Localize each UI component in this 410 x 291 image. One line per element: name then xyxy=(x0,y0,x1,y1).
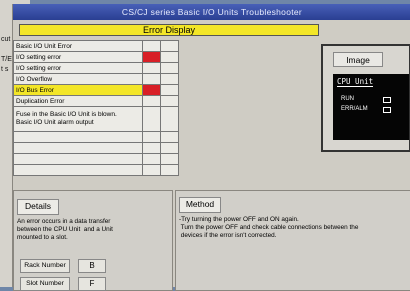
error-row[interactable] xyxy=(13,164,180,176)
error-display-title: Error Display xyxy=(19,24,319,36)
error-row[interactable]: Duplication Error xyxy=(13,95,180,107)
run-led-icon xyxy=(383,97,391,103)
slot-number-value: F xyxy=(78,277,106,291)
error-row[interactable]: I/O Bus Error xyxy=(13,84,180,96)
error-row-spacer xyxy=(159,131,180,143)
error-row[interactable]: I/O Overflow xyxy=(13,73,180,85)
background-text: cut xyxy=(1,36,11,43)
error-row-spacer xyxy=(159,153,180,165)
error-row-label: Fuse in the Basic I/O Unit is blown. Bas… xyxy=(13,106,143,132)
error-row[interactable] xyxy=(13,153,180,165)
error-row-label xyxy=(13,164,143,176)
error-status-indicator xyxy=(141,62,161,74)
error-status-indicator xyxy=(141,131,161,143)
error-row-label: I/O Overflow xyxy=(13,73,143,85)
error-row-label: Duplication Error xyxy=(13,95,143,107)
cpu-unit-image: CPU Unit RUN ERR/ALM xyxy=(333,74,409,140)
error-row-spacer xyxy=(159,73,180,85)
method-text: -Try turning the power OFF and ON again.… xyxy=(179,216,359,239)
window-title[interactable]: CS/CJ series Basic I/O Units Troubleshoo… xyxy=(13,4,410,20)
run-indicator-label: RUN xyxy=(341,96,354,102)
error-row-label xyxy=(13,142,143,154)
error-row[interactable] xyxy=(13,142,180,154)
troubleshooter-window: CS/CJ series Basic I/O Units Troubleshoo… xyxy=(12,4,410,291)
image-button[interactable]: Image xyxy=(333,52,383,67)
error-row-label: I/O Bus Error xyxy=(13,84,143,96)
err-alm-led-icon xyxy=(383,107,391,113)
details-text: An error occurs in a data transfer betwe… xyxy=(17,218,113,241)
background-text: t s xyxy=(1,66,9,73)
error-status-indicator xyxy=(141,153,161,165)
err-alm-indicator-label: ERR/ALM xyxy=(341,106,368,112)
error-row[interactable]: Basic I/O Unit Error xyxy=(13,40,180,52)
error-status-indicator xyxy=(141,84,161,96)
error-status-indicator xyxy=(141,40,161,52)
error-status-indicator xyxy=(141,51,161,63)
details-panel: Details An error occurs in a data transf… xyxy=(13,190,173,291)
error-row-spacer xyxy=(159,51,180,63)
error-row-label xyxy=(13,153,143,165)
error-row-label: I/O setting error xyxy=(13,62,143,74)
error-row-spacer xyxy=(159,142,180,154)
error-status-indicator xyxy=(141,95,161,107)
error-status-indicator xyxy=(141,164,161,176)
error-row-label xyxy=(13,131,143,143)
error-list: Basic I/O Unit Error I/O setting error I/O… xyxy=(13,40,180,176)
error-status-indicator xyxy=(141,73,161,85)
slot-number-label: Slot Number xyxy=(20,277,70,291)
error-row-spacer xyxy=(159,84,180,96)
error-row-spacer xyxy=(159,62,180,74)
error-row-spacer xyxy=(159,95,180,107)
method-panel: Method -Try turning the power OFF and ON… xyxy=(175,190,410,291)
error-row-spacer xyxy=(159,40,180,52)
rack-number-label: Rack Number xyxy=(20,259,70,273)
error-status-indicator xyxy=(141,142,161,154)
error-row-label: Basic I/O Unit Error xyxy=(13,40,143,52)
error-row-label: I/O setting error xyxy=(13,51,143,63)
error-row-spacer xyxy=(159,106,180,132)
error-row-spacer xyxy=(159,164,180,176)
cpu-unit-label: CPU Unit xyxy=(337,77,374,87)
error-row[interactable]: I/O setting error xyxy=(13,62,180,74)
details-button[interactable]: Details xyxy=(17,199,59,215)
error-row[interactable]: I/O setting error xyxy=(13,51,180,63)
background-text: T/E xyxy=(1,56,12,63)
method-button[interactable]: Method xyxy=(179,197,221,213)
error-row[interactable] xyxy=(13,131,180,143)
error-row[interactable]: Fuse in the Basic I/O Unit is blown. Bas… xyxy=(13,106,180,132)
error-status-indicator xyxy=(141,106,161,132)
rack-number-value: B xyxy=(78,259,106,273)
